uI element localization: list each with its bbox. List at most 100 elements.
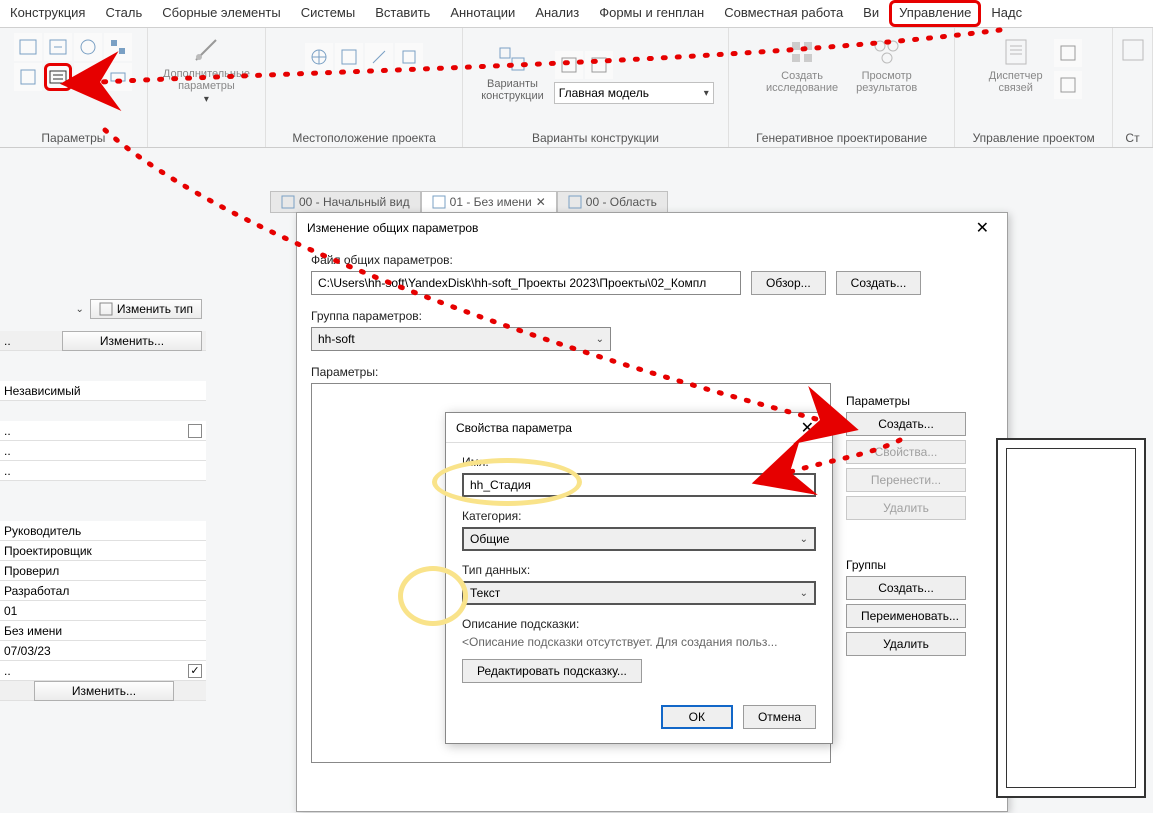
param-create-button[interactable]: Создать... bbox=[846, 412, 966, 436]
name-input[interactable] bbox=[462, 473, 816, 497]
tab-vid-cut[interactable]: Ви bbox=[853, 0, 889, 27]
tab-stal[interactable]: Сталь bbox=[95, 0, 152, 27]
browse-button[interactable]: Обзор... bbox=[751, 271, 826, 295]
group-delete-button[interactable]: Удалить bbox=[846, 632, 966, 656]
param-icon-4[interactable] bbox=[104, 33, 132, 61]
proj-icon-2[interactable] bbox=[1054, 71, 1082, 99]
ribbon-panel: Параметры Дополнительные параметры ▾ Мес… bbox=[0, 28, 1153, 148]
st-button[interactable] bbox=[1113, 32, 1153, 68]
datatype-select[interactable]: Текст ⌄ bbox=[462, 581, 816, 605]
loc-icon-1[interactable] bbox=[305, 43, 333, 71]
checkbox-checked[interactable]: ✓ bbox=[188, 664, 202, 678]
tab-analiz[interactable]: Анализ bbox=[525, 0, 589, 27]
edit-button-2[interactable]: Изменить... bbox=[34, 681, 174, 701]
group-rename-button[interactable]: Переименовать... bbox=[846, 604, 966, 628]
link-manager-label: Диспетчер связей bbox=[989, 70, 1043, 94]
close-icon[interactable]: ✕ bbox=[536, 195, 546, 209]
shared-params-button[interactable] bbox=[44, 63, 72, 91]
additional-params-button[interactable]: Дополнительные параметры ▾ bbox=[159, 32, 254, 107]
tab-vstavit[interactable]: Вставить bbox=[365, 0, 440, 27]
params-label: Параметры: bbox=[311, 365, 993, 379]
file-path-input[interactable] bbox=[311, 271, 741, 295]
loc-icon-4[interactable] bbox=[395, 43, 423, 71]
var-icon-1[interactable] bbox=[555, 51, 583, 79]
view-tabs: 00 - Начальный вид 01 - Без имени ✕ 00 -… bbox=[270, 190, 668, 214]
dialog2-title: Свойства параметра bbox=[456, 421, 572, 435]
param-icon-8[interactable] bbox=[104, 63, 132, 91]
hint-text: <Описание подсказки отсутствует. Для соз… bbox=[462, 635, 816, 649]
prop-cell: Разработал bbox=[4, 584, 69, 598]
chevron-down-icon: ▾ bbox=[704, 88, 709, 99]
group-label: Группа параметров: bbox=[311, 309, 993, 323]
chevron-down-icon: ⌄ bbox=[800, 588, 808, 599]
cancel-button[interactable]: Отмена bbox=[743, 705, 816, 729]
view-results-button[interactable]: Просмотр результатов bbox=[852, 34, 921, 96]
checkbox-empty[interactable] bbox=[188, 424, 202, 438]
view-tab-1[interactable]: 00 - Начальный вид bbox=[270, 191, 421, 213]
prop-row-noname: Без имени bbox=[0, 621, 206, 641]
param-icon-7[interactable] bbox=[74, 63, 102, 91]
loc-icon-2[interactable] bbox=[335, 43, 363, 71]
view-tab-3[interactable]: 00 - Область bbox=[557, 191, 668, 213]
tab-formy[interactable]: Формы и генплан bbox=[589, 0, 714, 27]
close-icon[interactable]: ✕ bbox=[968, 214, 997, 242]
category-label: Категория: bbox=[462, 509, 816, 523]
variants-button[interactable]: Варианты конструкции bbox=[477, 42, 548, 104]
tab-annotacii[interactable]: Аннотации bbox=[440, 0, 525, 27]
param-icon-3[interactable] bbox=[74, 33, 102, 61]
tab-sbornye[interactable]: Сборные элементы bbox=[152, 0, 290, 27]
group-select[interactable]: hh-soft ⌄ bbox=[311, 327, 611, 351]
create-study-button[interactable]: Создать исследование bbox=[762, 34, 842, 96]
panel-label-location: Местоположение проекта bbox=[266, 131, 462, 145]
file-label: Файл общих параметров: bbox=[311, 253, 993, 267]
prop-cell: Проверил bbox=[4, 564, 59, 578]
sheet-icon bbox=[568, 195, 582, 209]
edit-hint-button[interactable]: Редактировать подсказку... bbox=[462, 659, 642, 683]
edit-type-button[interactable]: Изменить тип bbox=[90, 299, 202, 319]
link-manager-button[interactable]: Диспетчер связей bbox=[985, 34, 1047, 100]
hint-label: Описание подсказки: bbox=[462, 617, 816, 631]
view-results-label: Просмотр результатов bbox=[856, 70, 917, 94]
chevron-down-icon[interactable]: ⌄ bbox=[75, 304, 83, 315]
prop-cell: Руководитель bbox=[4, 524, 81, 538]
prop-row-proveril: Проверил bbox=[0, 561, 206, 581]
param-icon-1[interactable] bbox=[14, 33, 42, 61]
tab-konstrukciya[interactable]: Конструкция bbox=[0, 0, 95, 27]
prop-value-independent: Независимый bbox=[4, 384, 81, 398]
close-icon[interactable]: ✕ bbox=[793, 414, 822, 442]
tab-sovmestnaya[interactable]: Совместная работа bbox=[714, 0, 853, 27]
chevron-down-icon: ⌄ bbox=[800, 534, 808, 545]
prop-row-checked: ..✓ bbox=[0, 661, 206, 681]
panel-label-st: Ст bbox=[1113, 131, 1152, 145]
group-create-button[interactable]: Создать... bbox=[846, 576, 966, 600]
tab-upravlenie[interactable]: Управление bbox=[889, 0, 981, 27]
category-select[interactable]: Общие ⌄ bbox=[462, 527, 816, 551]
create-file-button[interactable]: Создать... bbox=[836, 271, 922, 295]
edit-type-icon bbox=[99, 302, 113, 316]
param-icon-5[interactable] bbox=[14, 63, 42, 91]
panel-label-variants: Варианты конструкции bbox=[463, 131, 728, 145]
edit-button[interactable]: Изменить... bbox=[62, 331, 202, 351]
ok-button[interactable]: ОК bbox=[661, 705, 733, 729]
tab-nads-cut[interactable]: Надс bbox=[981, 0, 1032, 27]
var-icon-2[interactable] bbox=[585, 51, 613, 79]
param-delete-button[interactable]: Удалить bbox=[846, 496, 966, 520]
prop-cell: 07/03/23 bbox=[4, 644, 51, 658]
prop-row-date: 07/03/23 bbox=[0, 641, 206, 661]
category-value: Общие bbox=[470, 532, 509, 546]
sheet-icon bbox=[432, 195, 446, 209]
groups-group-label: Группы bbox=[846, 558, 966, 572]
prop-row-blank1: .. bbox=[0, 441, 206, 461]
prop-row-01: 01 bbox=[0, 601, 206, 621]
param-icon-2[interactable] bbox=[44, 33, 72, 61]
main-model-dropdown[interactable]: Главная модель ▾ bbox=[554, 82, 714, 104]
chevron-down-icon: ▾ bbox=[204, 94, 209, 105]
view-tab-2[interactable]: 01 - Без имени ✕ bbox=[421, 191, 557, 213]
proj-icon-1[interactable] bbox=[1054, 39, 1082, 67]
param-move-button[interactable]: Перенести... bbox=[846, 468, 966, 492]
loc-icon-3[interactable] bbox=[365, 43, 393, 71]
ribbon-tabs: Конструкция Сталь Сборные элементы Систе… bbox=[0, 0, 1153, 28]
tab-sistemy[interactable]: Системы bbox=[291, 0, 365, 27]
properties-pane: ⌄ Изменить тип .. Изменить... Независимы… bbox=[0, 295, 206, 701]
param-props-button[interactable]: Свойства... bbox=[846, 440, 966, 464]
